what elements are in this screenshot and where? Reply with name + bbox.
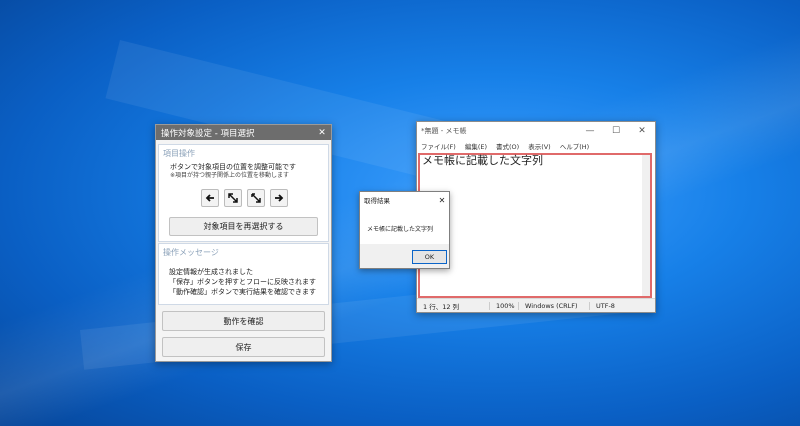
reselect-button[interactable]: 対象項目を再選択する (169, 217, 318, 236)
menu-edit[interactable]: 編集(E) (465, 141, 487, 151)
menu-view[interactable]: 表示(V) (528, 141, 551, 151)
message-line: 「動作確認」ボタンで実行結果を確認できます (169, 288, 316, 296)
maximize-icon[interactable]: ☐ (603, 126, 629, 136)
section-heading: 操作メッセージ (163, 248, 219, 257)
ok-button[interactable]: OK (412, 250, 447, 264)
notepad-window: *無題 - メモ帳 — ☐ ✕ ファイル(F) 編集(E) 書式(O) 表示(V… (416, 121, 656, 313)
close-icon[interactable]: ✕ (435, 196, 449, 205)
arrow-right-icon[interactable] (270, 189, 288, 207)
notepad-content: メモ帳に記載した文字列 (422, 154, 543, 167)
verify-button[interactable]: 動作を確認 (162, 311, 325, 331)
tool-window: 操作対象設定 - 項目選択 ✕ 項目操作 ボタンで対象項目の位置を調整可能です … (155, 124, 332, 362)
save-button[interactable]: 保存 (162, 337, 325, 357)
close-icon[interactable]: ✕ (313, 128, 331, 138)
message-section: 操作メッセージ 設定情報が生成されました 「保存」ボタンを押すとフローに反映され… (158, 243, 329, 305)
arrow-left-icon[interactable] (201, 189, 219, 207)
menu-file[interactable]: ファイル(F) (421, 141, 456, 151)
section-heading: 項目操作 (163, 149, 195, 158)
vertical-scrollbar[interactable] (642, 155, 650, 296)
dialog-title: 取得結果 (364, 197, 390, 205)
arrow-up-left-icon[interactable] (224, 189, 242, 207)
result-dialog: 取得結果 ✕ メモ帳に記載した文字列 OK (359, 191, 450, 269)
instruction-text: ボタンで対象項目の位置を調整可能です (170, 163, 296, 171)
note-text: ※項目が持つ親子関係上の位置を移動します (170, 172, 290, 179)
notepad-menubar: ファイル(F) 編集(E) 書式(O) 表示(V) ヘルプ(H) (417, 140, 655, 152)
status-eol: Windows (CRLF) (518, 301, 589, 310)
dialog-message: メモ帳に記載した文字列 (367, 226, 434, 233)
dialog-titlebar: 取得結果 ✕ (360, 192, 449, 208)
status-bar: 1 行、12 列 100% Windows (CRLF) UTF-8 (417, 298, 655, 312)
notepad-title: *無題 - メモ帳 (421, 127, 467, 135)
status-position: 1 行、12 列 (423, 302, 460, 311)
status-encoding: UTF-8 (589, 301, 621, 310)
menu-help[interactable]: ヘルプ(H) (560, 141, 589, 151)
menu-format[interactable]: 書式(O) (496, 141, 519, 151)
message-line: 設定情報が生成されました (169, 268, 253, 276)
arrow-buttons (201, 189, 288, 207)
status-zoom: 100% (489, 301, 518, 310)
close-icon[interactable]: ✕ (629, 126, 655, 136)
tool-window-title: 操作対象設定 - 項目選択 (161, 128, 255, 139)
dialog-footer: OK (360, 244, 449, 268)
arrow-down-right-icon[interactable] (247, 189, 265, 207)
tool-window-titlebar: 操作対象設定 - 項目選択 ✕ (156, 125, 331, 140)
minimize-icon[interactable]: — (577, 126, 603, 136)
item-operation-section: 項目操作 ボタンで対象項目の位置を調整可能です ※項目が持つ親子関係上の位置を移… (158, 144, 329, 242)
notepad-text-area[interactable]: メモ帳に記載した文字列 (418, 153, 652, 298)
message-line: 「保存」ボタンを押すとフローに反映されます (169, 278, 316, 286)
notepad-titlebar: *無題 - メモ帳 — ☐ ✕ (417, 122, 655, 140)
